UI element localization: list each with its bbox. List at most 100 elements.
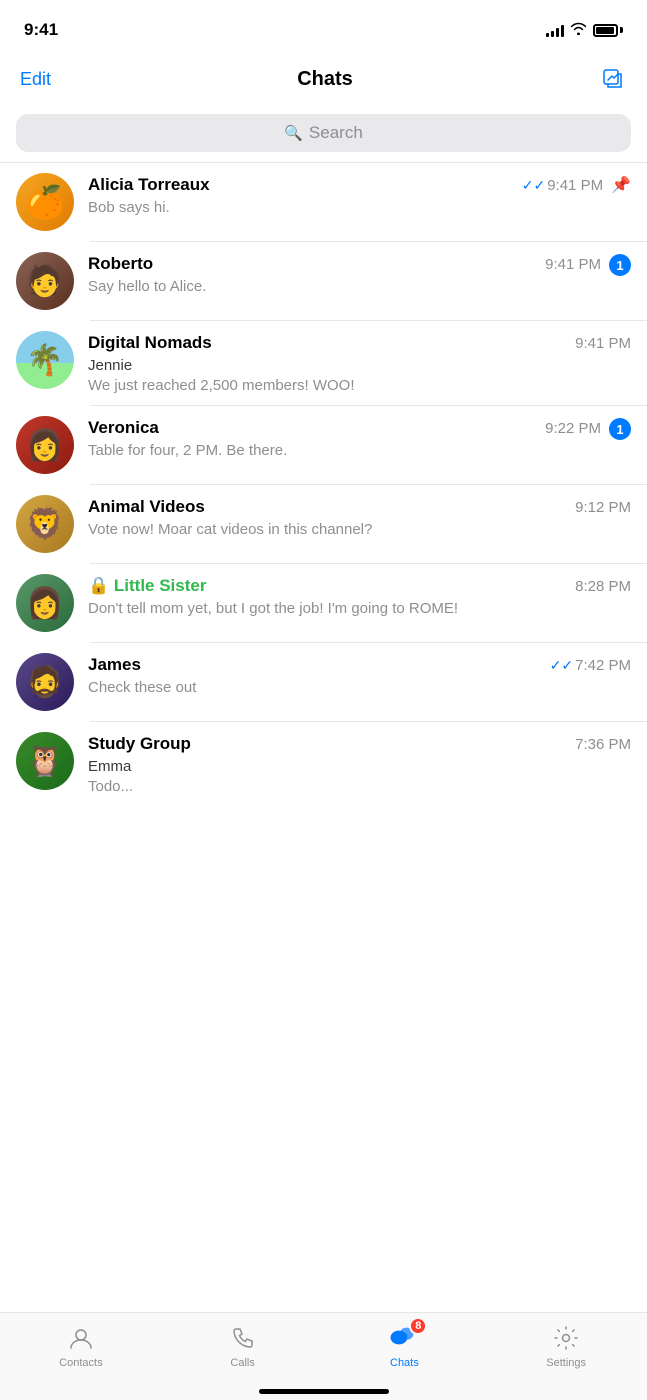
chat-preview: EmmaTodo... [88,757,631,796]
avatar-james: 🧔 [16,653,74,711]
search-bar[interactable]: 🔍 Search [16,114,631,152]
settings-label: Settings [546,1357,586,1369]
chat-header: Study Group 7:36 PM [88,734,631,754]
search-bar-container: 🔍 Search [0,108,647,162]
chat-time-container: 8:28 PM [575,578,631,595]
avatar-animal: 🦁 [16,495,74,553]
chat-time: 7:42 PM [575,657,631,674]
chat-preview: JennieWe just reached 2,500 members! WOO… [88,356,631,395]
chat-preview: Bob says hi. [88,198,603,218]
chat-item-nomads[interactable]: 🌴 Digital Nomads 9:41 PM JennieWe just r… [0,321,647,405]
chat-meta: 1 [609,416,631,440]
chat-content: Roberto 9:41 PM Say hello to Alice. [88,252,601,297]
chat-time-container: ✓✓7:42 PM [550,657,631,674]
wifi-icon [570,22,587,38]
chat-preview: Table for four, 2 PM. Be there. [88,441,601,461]
search-placeholder: Search [309,123,363,143]
chat-badge: 8 [409,1317,427,1335]
chat-item-james[interactable]: 🧔 James ✓✓7:42 PM Check these out [0,643,647,721]
chat-content: Digital Nomads 9:41 PM JennieWe just rea… [88,331,631,395]
tab-calls[interactable]: Calls [162,1323,324,1369]
status-bar: 9:41 [0,0,647,54]
chat-meta: 📌 [611,173,631,195]
chats-icon: 8 [389,1323,419,1353]
battery-icon [593,24,623,37]
chat-item-roberto[interactable]: 🧑 Roberto 9:41 PM Say hello to Alice. 1 [0,242,647,320]
settings-icon [551,1323,581,1353]
chat-time: 8:28 PM [575,578,631,595]
chat-header: James ✓✓7:42 PM [88,655,631,675]
chat-preview: Say hello to Alice. [88,277,601,297]
chat-meta: 1 [609,252,631,276]
compose-button[interactable] [599,65,627,93]
tab-contacts[interactable]: Contacts [0,1323,162,1369]
chat-name: Veronica [88,418,159,438]
chat-item-study[interactable]: 🦉 Study Group 7:36 PM EmmaTodo... [0,722,647,806]
chat-name: Roberto [88,254,153,274]
signal-icon [546,23,564,37]
avatar-alicia: 🍊 [16,173,74,231]
chat-time: 9:41 PM [547,177,603,194]
chat-preview: Check these out [88,678,631,698]
chat-time-container: 9:41 PM [575,335,631,352]
chat-header: Alicia Torreaux ✓✓9:41 PM [88,175,603,195]
avatar-study: 🦉 [16,732,74,790]
chat-list: 🍊 Alicia Torreaux ✓✓9:41 PM Bob says hi.… [0,163,647,806]
edit-button[interactable]: Edit [20,69,51,90]
chat-content: Alicia Torreaux ✓✓9:41 PM Bob says hi. [88,173,603,218]
chat-name: Alicia Torreaux [88,175,210,195]
double-check-icon: ✓✓ [550,657,573,674]
chat-preview: Don't tell mom yet, but I got the job! I… [88,599,631,619]
chat-time: 7:36 PM [575,736,631,753]
chat-content: Study Group 7:36 PM EmmaTodo... [88,732,631,796]
chat-header: Digital Nomads 9:41 PM [88,333,631,353]
chat-header: Roberto 9:41 PM [88,254,601,274]
unread-badge: 1 [609,254,631,276]
pin-icon: 📌 [611,175,631,195]
chat-name: Study Group [88,734,191,754]
double-check-icon: ✓✓ [522,177,545,194]
calls-label: Calls [230,1357,254,1369]
chat-content: Veronica 9:22 PM Table for four, 2 PM. B… [88,416,601,461]
chat-time: 9:41 PM [575,335,631,352]
tab-settings[interactable]: Settings [485,1323,647,1369]
chat-time-container: ✓✓9:41 PM [522,177,603,194]
status-icons [546,22,623,38]
chat-item-sister[interactable]: 👩 🔒 Little Sister 8:28 PM Don't tell mom… [0,564,647,642]
status-time: 9:41 [24,20,58,40]
chat-name: Digital Nomads [88,333,212,353]
page-title: Chats [297,68,353,91]
avatar-sister: 👩 [16,574,74,632]
search-icon: 🔍 [284,124,303,142]
chat-name: Animal Videos [88,497,205,517]
chat-time-container: 9:12 PM [575,499,631,516]
chat-content: Animal Videos 9:12 PM Vote now! Moar cat… [88,495,631,540]
chat-content: James ✓✓7:42 PM Check these out [88,653,631,698]
contacts-icon [66,1323,96,1353]
chat-time: 9:41 PM [545,256,601,273]
tab-chats[interactable]: 8 Chats [324,1323,486,1369]
chats-label: Chats [390,1357,419,1369]
contacts-label: Contacts [59,1357,102,1369]
chat-item-animal[interactable]: 🦁 Animal Videos 9:12 PM Vote now! Moar c… [0,485,647,563]
calls-icon [228,1323,258,1353]
chat-header: Veronica 9:22 PM [88,418,601,438]
nav-bar: Edit Chats [0,54,647,108]
chat-time-container: 7:36 PM [575,736,631,753]
chat-time: 9:12 PM [575,499,631,516]
chat-name: 🔒 Little Sister [88,576,206,596]
home-indicator [259,1389,389,1394]
unread-badge: 1 [609,418,631,440]
avatar-nomads: 🌴 [16,331,74,389]
chat-time-container: 9:22 PM [545,420,601,437]
chat-header: Animal Videos 9:12 PM [88,497,631,517]
tab-bar: Contacts Calls 8 Chats [0,1312,647,1400]
chat-preview: Vote now! Moar cat videos in this channe… [88,520,631,540]
chat-item-alicia[interactable]: 🍊 Alicia Torreaux ✓✓9:41 PM Bob says hi.… [0,163,647,241]
chat-content: 🔒 Little Sister 8:28 PM Don't tell mom y… [88,574,631,619]
avatar-veronica: 👩 [16,416,74,474]
chat-time-container: 9:41 PM [545,256,601,273]
chat-item-veronica[interactable]: 👩 Veronica 9:22 PM Table for four, 2 PM.… [0,406,647,484]
avatar-roberto: 🧑 [16,252,74,310]
chat-time: 9:22 PM [545,420,601,437]
